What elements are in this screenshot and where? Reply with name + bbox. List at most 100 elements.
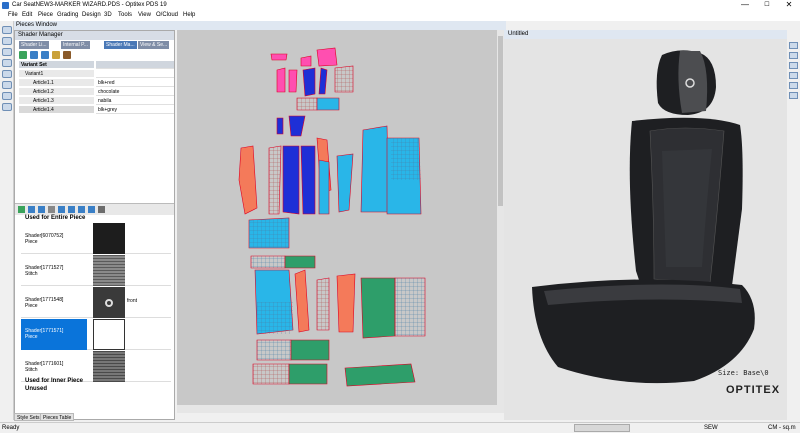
zoom-icon[interactable] (2, 26, 12, 34)
shader-swatch[interactable] (93, 223, 125, 254)
used-for-inner-label: Used for Inner Piece (25, 378, 84, 384)
pattern-piece (249, 218, 289, 248)
edit-variant-icon[interactable] (41, 51, 49, 59)
shader-row-selected[interactable]: Shader[1771571] Piece (21, 319, 171, 350)
shader-toolbar (15, 203, 174, 215)
zoom-in-icon[interactable] (2, 37, 12, 45)
tab-internal-pieces[interactable]: Internal P... (61, 41, 90, 49)
assign-shader-icon[interactable] (68, 206, 75, 213)
status-bar: Ready SEW CM - sq.m (0, 422, 800, 433)
shader-type: Piece (25, 303, 38, 309)
shader-row[interactable]: Shader[1771527] Stitch (21, 255, 171, 286)
tab-style-sets[interactable]: Style Sets (14, 413, 43, 421)
maximize-button[interactable]: ☐ (756, 0, 778, 10)
unused-label: Unused (25, 386, 48, 392)
rotate-view-icon[interactable] (789, 52, 798, 59)
shader-manager-header: Shader Manager (15, 31, 174, 40)
shader-manager-panel: Shader Manager Shader Li... Internal P..… (14, 30, 175, 420)
render-icon[interactable] (789, 82, 798, 89)
shader-swatch[interactable] (93, 255, 125, 286)
pattern-canvas[interactable] (177, 30, 497, 413)
simulate-icon[interactable] (789, 62, 798, 69)
menu-3d[interactable]: 3D (104, 12, 112, 18)
pattern-pieces (238, 47, 426, 387)
add-shader-icon[interactable] (18, 206, 25, 213)
tab-view-settings[interactable]: View & Se... (138, 41, 170, 49)
pieces-window-title: Pieces Window (16, 22, 58, 28)
menu-tools[interactable]: Tools (118, 12, 132, 18)
variant-toolbar (19, 51, 79, 60)
duplicate-shader-icon[interactable] (28, 206, 35, 213)
settings-icon[interactable] (98, 206, 105, 213)
copy-variant-icon[interactable] (30, 51, 38, 59)
variant-row[interactable]: Article1.2 chocolate (19, 88, 174, 96)
view-icon[interactable] (789, 42, 798, 49)
measure-icon[interactable] (2, 92, 12, 100)
shader-row[interactable]: Shader[6070752] Piece (21, 223, 171, 254)
apply-shader-icon[interactable] (58, 206, 65, 213)
minimize-button[interactable]: — (734, 0, 756, 10)
left-toolbar (0, 21, 14, 420)
menu-piece[interactable]: Piece (38, 12, 53, 18)
pattern-piece (318, 67, 328, 95)
pattern-piece (257, 302, 293, 334)
pattern-piece (360, 277, 396, 339)
export-icon[interactable] (63, 51, 71, 59)
shader-type: Stitch (25, 271, 38, 277)
pattern-piece (288, 69, 298, 93)
tab-shader-library[interactable]: Shader Li... (19, 41, 49, 49)
tab-shader-manager[interactable]: Shader Ma... (104, 41, 137, 49)
pattern-piece (394, 277, 426, 337)
check-icon[interactable] (789, 72, 798, 79)
tab-pieces-table[interactable]: Pieces Table (40, 413, 75, 421)
shader-swatch[interactable] (93, 287, 125, 318)
canvas-horizontal-scrollbar[interactable] (177, 405, 497, 413)
shader-swatch[interactable] (93, 319, 125, 350)
shader-row[interactable]: Shader[1771548] Piece front (21, 287, 171, 318)
scroll-thumb[interactable] (498, 36, 503, 206)
zoom-out-icon[interactable] (2, 48, 12, 56)
pattern-piece (318, 159, 330, 215)
search-icon[interactable] (78, 206, 85, 213)
variant-row[interactable]: Article1.1 blk+red (19, 79, 174, 87)
pattern-piece (288, 363, 328, 385)
variant-root-row[interactable]: Variant1 (19, 70, 174, 78)
canvas-vertical-scrollbar[interactable] (497, 30, 504, 413)
pan-icon[interactable] (2, 81, 12, 89)
menu-file[interactable]: File (8, 12, 18, 18)
light-icon[interactable] (789, 92, 798, 99)
menu-edit[interactable]: Edit (22, 12, 32, 18)
status-units: CM - sq.m (768, 425, 796, 431)
variant-table: Variant Set Variant1 Article1.1 blk+red … (19, 61, 174, 121)
pattern-piece (336, 153, 354, 213)
rotate-icon[interactable] (2, 103, 12, 111)
variant-row[interactable]: Article1.3 nabila (19, 97, 174, 105)
menu-design[interactable]: Design (82, 12, 101, 18)
close-button[interactable]: ✕ (778, 0, 800, 10)
pattern-piece (300, 55, 312, 67)
pattern-piece (284, 255, 316, 269)
shader-type: Stitch (25, 367, 38, 373)
pattern-piece (316, 277, 330, 331)
refresh-icon[interactable] (88, 206, 95, 213)
delete-shader-icon[interactable] (48, 206, 55, 213)
menu-help[interactable]: Help (183, 12, 195, 18)
pattern-piece (302, 67, 316, 97)
pattern-piece (294, 269, 310, 333)
menu-grading[interactable]: Grading (57, 12, 78, 18)
rename-shader-icon[interactable] (38, 206, 45, 213)
3d-viewer[interactable]: Size: Base\0 OPTITEX (504, 39, 787, 420)
variant-row-selected[interactable]: Article1.4 blk+grey (19, 106, 174, 114)
menu-ocloud[interactable]: O/Cloud (156, 12, 178, 18)
fit-icon[interactable] (2, 59, 12, 67)
viewer-header: Untitled (504, 30, 787, 39)
add-variant-icon[interactable] (19, 51, 27, 59)
select-icon[interactable] (2, 70, 12, 78)
variant-set-header: Variant Set (19, 61, 174, 69)
shader-swatch[interactable] (93, 351, 125, 382)
bottom-tabs: Style Sets Pieces Table (10, 413, 177, 421)
folder-icon[interactable] (52, 51, 60, 59)
shader-type: Piece (25, 239, 38, 245)
used-for-entire-label: Used for Entire Piece (25, 215, 86, 221)
menu-view[interactable]: View (138, 12, 151, 18)
